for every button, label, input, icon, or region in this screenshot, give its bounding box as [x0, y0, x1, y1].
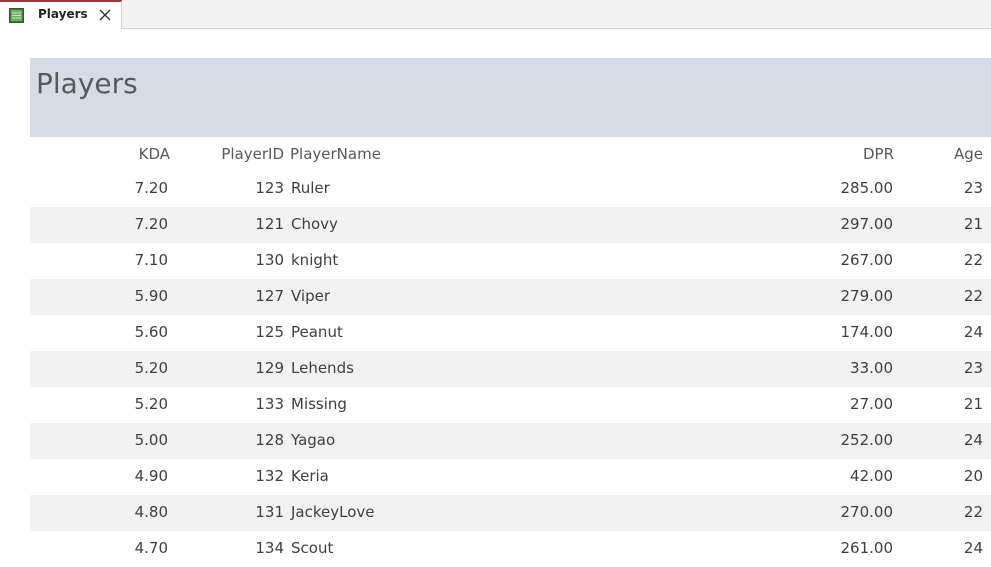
column-headers: KDA PlayerID PlayerName DPR Age	[30, 137, 991, 171]
age-value: 24	[963, 323, 983, 341]
document-tab-bar: Players	[0, 0, 991, 29]
age-value: 21	[963, 215, 983, 233]
kda-value: 5.60	[134, 323, 168, 341]
column-header-player-id: PlayerID	[221, 145, 284, 163]
column-header-age: Age	[953, 145, 983, 163]
report-title: Players	[36, 67, 138, 100]
player-name-value: Peanut	[291, 323, 343, 341]
column-header-player-name: PlayerName	[290, 145, 381, 163]
kda-value: 7.20	[134, 179, 168, 197]
player-id-value: 131	[255, 503, 284, 521]
age-value: 22	[963, 287, 983, 305]
age-value: 24	[963, 431, 983, 449]
table-row: 5.00 128 Yagao 252.00 24	[30, 423, 991, 459]
dpr-value: 285.00	[840, 179, 894, 197]
tab-label: Players	[38, 7, 88, 21]
table-row: 5.20 129 Lehends 33.00 23	[30, 351, 991, 387]
kda-value: 5.90	[134, 287, 168, 305]
player-name-value: JackeyLove	[291, 503, 375, 521]
dpr-value: 174.00	[840, 323, 894, 341]
dpr-value: 42.00	[850, 467, 893, 485]
age-value: 23	[963, 179, 983, 197]
table-row: 5.20 133 Missing 27.00 21	[30, 387, 991, 423]
kda-value: 5.00	[134, 431, 168, 449]
age-value: 20	[963, 467, 983, 485]
player-id-value: 129	[255, 359, 284, 377]
table-row: 4.80 131 JackeyLove 270.00 22	[30, 495, 991, 531]
kda-value: 4.90	[134, 467, 168, 485]
player-id-value: 127	[255, 287, 284, 305]
kda-value: 7.20	[134, 215, 168, 233]
player-name-value: Ruler	[291, 179, 330, 197]
player-id-value: 132	[255, 467, 284, 485]
kda-value: 5.20	[134, 395, 168, 413]
player-id-value: 121	[255, 215, 284, 233]
table-row: 4.70 134 Scout 261.00 24	[30, 531, 991, 567]
report-detail-rows: 7.20 123 Ruler 285.00 23 7.20 121 Chovy …	[30, 171, 991, 567]
age-value: 24	[963, 539, 983, 557]
dpr-value: 297.00	[840, 215, 894, 233]
table-row: 7.10 130 knight 267.00 22	[30, 243, 991, 279]
report-icon	[9, 8, 24, 23]
table-row: 7.20 123 Ruler 285.00 23	[30, 171, 991, 207]
column-header-kda: KDA	[138, 145, 170, 163]
age-value: 22	[963, 251, 983, 269]
player-name-value: Missing	[291, 395, 347, 413]
dpr-value: 27.00	[850, 395, 893, 413]
close-icon[interactable]	[97, 7, 113, 23]
report-header: Players	[30, 58, 991, 137]
player-id-value: 133	[255, 395, 284, 413]
table-row: 5.90 127 Viper 279.00 22	[30, 279, 991, 315]
dpr-value: 267.00	[840, 251, 894, 269]
kda-value: 4.80	[134, 503, 168, 521]
player-id-value: 125	[255, 323, 284, 341]
column-header-dpr: DPR	[862, 145, 894, 163]
kda-value: 4.70	[134, 539, 168, 557]
player-id-value: 134	[255, 539, 284, 557]
dpr-value: 33.00	[850, 359, 893, 377]
kda-value: 5.20	[134, 359, 168, 377]
player-id-value: 130	[255, 251, 284, 269]
age-value: 22	[963, 503, 983, 521]
table-row: 7.20 121 Chovy 297.00 21	[30, 207, 991, 243]
player-name-value: Chovy	[291, 215, 338, 233]
player-name-value: Lehends	[291, 359, 354, 377]
player-name-value: Keria	[291, 467, 329, 485]
dpr-value: 279.00	[840, 287, 894, 305]
player-id-value: 128	[255, 431, 284, 449]
table-row: 4.90 132 Keria 42.00 20	[30, 459, 991, 495]
player-name-value: Viper	[291, 287, 331, 305]
player-name-value: Yagao	[291, 431, 336, 449]
age-value: 21	[963, 395, 983, 413]
player-name-value: Scout	[291, 539, 334, 557]
kda-value: 7.10	[134, 251, 168, 269]
player-id-value: 123	[255, 179, 284, 197]
dpr-value: 252.00	[840, 431, 894, 449]
player-name-value: knight	[291, 251, 339, 269]
table-row: 5.60 125 Peanut 174.00 24	[30, 315, 991, 351]
dpr-value: 261.00	[840, 539, 894, 557]
age-value: 23	[963, 359, 983, 377]
dpr-value: 270.00	[840, 503, 894, 521]
tab-players[interactable]: Players	[0, 0, 122, 29]
